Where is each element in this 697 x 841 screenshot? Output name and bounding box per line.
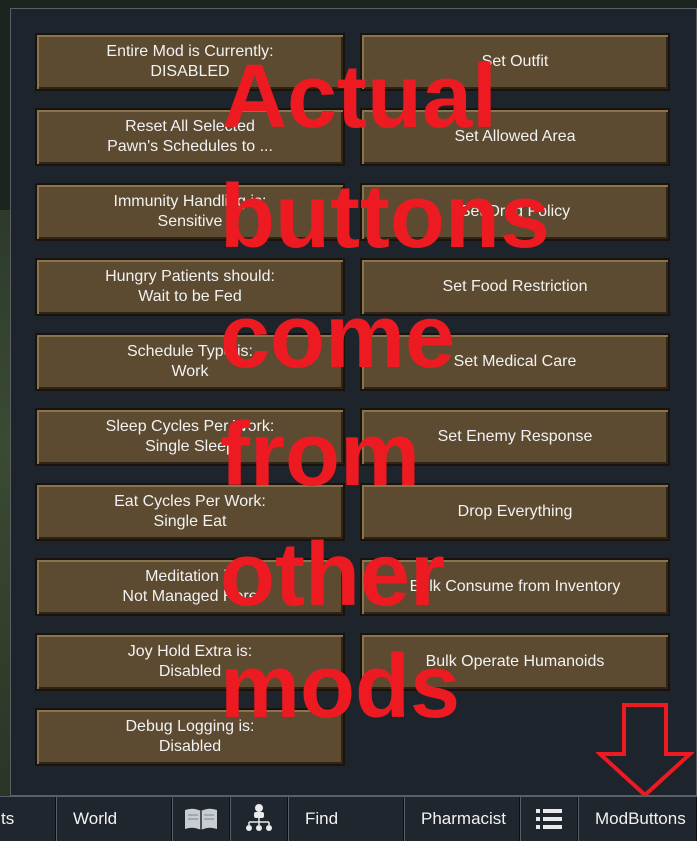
bulk-operate-humanoids-button[interactable]: Bulk Operate Humanoids <box>360 633 670 691</box>
hierarchy-icon <box>246 804 272 831</box>
eat-cycles-button[interactable]: Eat Cycles Per Work: Single Eat <box>35 483 345 541</box>
tab-label: Pharmacist <box>421 809 507 828</box>
tab-label: ModButtons <box>595 809 686 828</box>
button-label-line2: DISABLED <box>150 63 230 80</box>
button-label-line2: Pawn's Schedules to ... <box>107 138 273 155</box>
tab-label: Find <box>305 809 339 828</box>
button-label-line2: Wait to be Fed <box>138 288 242 305</box>
button-label-line1: Meditation is <box>145 568 235 585</box>
set-food-restriction-button[interactable]: Set Food Restriction <box>360 258 670 316</box>
button-label-line1: Entire Mod is Currently: <box>106 43 274 60</box>
button-label-line2: Not Managed Here <box>122 588 258 605</box>
set-allowed-area-button[interactable]: Set Allowed Area <box>360 108 670 166</box>
button-label: Bulk Consume from Inventory <box>409 578 621 595</box>
set-drug-policy-button[interactable]: Set Drug Policy <box>360 183 670 241</box>
button-label-line1: Reset All Selected <box>125 118 255 135</box>
button-label-line1: Debug Logging is: <box>125 718 255 735</box>
meditation-button[interactable]: Meditation is Not Managed Here <box>35 558 345 616</box>
button-label: Drop Everything <box>457 503 573 520</box>
button-label: Set Drug Policy <box>459 203 571 220</box>
button-label-line1: Hungry Patients should: <box>105 268 275 285</box>
button-label: Set Allowed Area <box>454 128 576 145</box>
button-label-line2: Single Eat <box>153 513 227 530</box>
button-label-line1: Joy Hold Extra is: <box>127 643 253 660</box>
button-label: Set Medical Care <box>453 353 577 370</box>
schedule-type-button[interactable]: Schedule Type is: Work <box>35 333 345 391</box>
button-label: Bulk Operate Humanoids <box>425 653 605 670</box>
button-label-line1: Schedule Type is: <box>126 343 253 360</box>
entire-mod-toggle-button[interactable]: Entire Mod is Currently: DISABLED <box>35 33 345 91</box>
debug-logging-button[interactable]: Debug Logging is: Disabled <box>35 708 345 766</box>
sleep-cycles-button[interactable]: Sleep Cycles Per Work: Single Sleep <box>35 408 345 466</box>
button-label-line1: Immunity Handling is: <box>113 193 267 210</box>
background-map-strip <box>0 210 10 800</box>
tab-label: ts <box>1 809 15 828</box>
hungry-patients-button[interactable]: Hungry Patients should: Wait to be Fed <box>35 258 345 316</box>
tab-label: World <box>73 809 118 828</box>
joy-hold-extra-button[interactable]: Joy Hold Extra is: Disabled <box>35 633 345 691</box>
book-icon <box>185 808 217 830</box>
bulk-consume-button[interactable]: Bulk Consume from Inventory <box>360 558 670 616</box>
button-label: Set Enemy Response <box>437 428 593 445</box>
reset-schedules-button[interactable]: Reset All Selected Pawn's Schedules to ..… <box>35 108 345 166</box>
button-label-line2: Sensitive <box>157 213 223 230</box>
button-label-line2: Single Sleep <box>145 438 235 455</box>
button-label-line2: Disabled <box>158 663 222 680</box>
set-outfit-button[interactable]: Set Outfit <box>360 33 670 91</box>
tab-partial[interactable]: ts <box>0 797 56 841</box>
button-label-line2: Work <box>171 363 209 380</box>
button-label-line2: Disabled <box>158 738 222 755</box>
set-medical-care-button[interactable]: Set Medical Care <box>360 333 670 391</box>
tab-pharmacist[interactable]: Pharmacist <box>404 797 520 841</box>
mod-buttons-window: Entire Mod is Currently: DISABLED Reset A… <box>10 8 697 796</box>
tab-hierarchy[interactable] <box>230 797 288 841</box>
tab-modbuttons[interactable]: ModButtons <box>578 797 697 841</box>
button-label-line1: Sleep Cycles Per Work: <box>105 418 275 435</box>
drop-everything-button[interactable]: Drop Everything <box>360 483 670 541</box>
button-label: Set Outfit <box>481 53 549 70</box>
set-enemy-response-button[interactable]: Set Enemy Response <box>360 408 670 466</box>
button-label: Set Food Restriction <box>442 278 588 295</box>
list-icon <box>536 809 562 829</box>
bottom-toolbar: ts World Find Pharmacist ModButtons <box>0 796 697 841</box>
tab-world[interactable]: World <box>56 797 172 841</box>
tab-book[interactable] <box>172 797 230 841</box>
tab-find[interactable]: Find <box>288 797 404 841</box>
immunity-handling-button[interactable]: Immunity Handling is: Sensitive <box>35 183 345 241</box>
tab-list[interactable] <box>520 797 578 841</box>
button-label-line1: Eat Cycles Per Work: <box>114 493 266 510</box>
